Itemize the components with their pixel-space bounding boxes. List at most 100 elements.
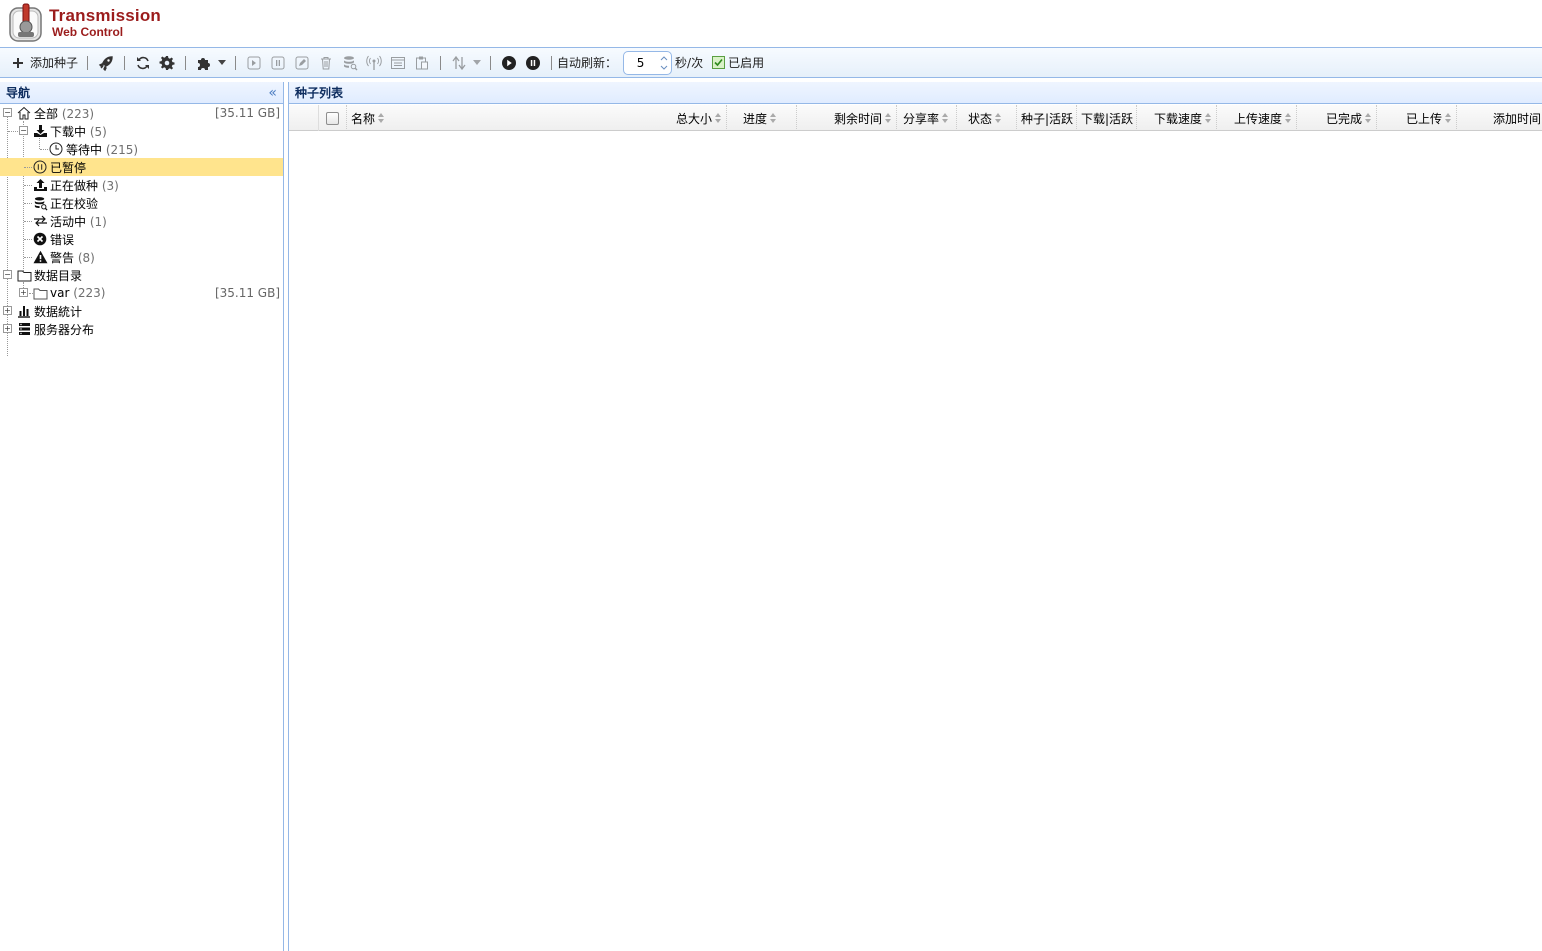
select-all-checkbox[interactable] — [326, 111, 339, 125]
nav-item-label: 活动中 — [50, 214, 87, 229]
nav-item-active[interactable]: 活动中 (1) — [0, 212, 283, 230]
tree-line — [24, 239, 32, 240]
expand-toggle-icon[interactable]: + — [19, 288, 28, 297]
nav-item-paused[interactable]: 已暂停 — [0, 158, 283, 176]
remove-torrent-button[interactable] — [314, 51, 338, 75]
nav-item-warning[interactable]: 警告 (8) — [0, 248, 283, 266]
sort-icon — [1365, 113, 1372, 123]
torrent-grid-header: 名称 总大小 进度 剩余时间 分享率 状态 种子|活跃 下载|活跃 下载速度 上… — [289, 105, 1542, 131]
refresh-interval-value[interactable]: 5 — [624, 56, 657, 70]
refresh-interval-spinner[interactable]: 5 — [623, 50, 673, 75]
nav-item-servers[interactable]: + 服务器分布 — [0, 320, 283, 338]
sort-icon — [995, 113, 1002, 123]
start-torrent-button[interactable] — [242, 51, 266, 75]
brand: Transmission Web Control — [49, 6, 161, 39]
database-check-icon — [32, 195, 48, 211]
nav-item-all[interactable]: − 全部 (223) [35.11 GB] — [0, 104, 283, 122]
refresh-icon — [134, 54, 152, 72]
row-number-column — [289, 105, 319, 131]
column-leechers[interactable]: 下载|活跃 — [1077, 105, 1137, 131]
expand-toggle-icon[interactable]: + — [3, 306, 12, 315]
column-upload-speed[interactable]: 上传速度 — [1217, 105, 1297, 131]
column-label: 添加时间 — [1492, 111, 1541, 126]
nav-item-count: (1) — [89, 214, 107, 229]
collapse-panel-icon[interactable]: « — [268, 85, 277, 101]
torrent-list-header: 种子列表 — [289, 82, 1542, 104]
nav-item-error[interactable]: 错误 — [0, 230, 283, 248]
pause-torrent-button[interactable] — [266, 51, 290, 75]
nav-item-data-directory[interactable]: − 数据目录 — [0, 266, 283, 284]
collapse-toggle-icon[interactable]: − — [19, 126, 28, 135]
column-progress[interactable]: 进度 — [727, 105, 797, 131]
auto-refresh-checkbox[interactable] — [712, 56, 726, 69]
transmission-logo — [7, 2, 45, 44]
verify-torrent-button[interactable] — [338, 51, 362, 75]
expand-toggle-icon[interactable]: + — [3, 324, 12, 333]
column-status[interactable]: 状态 — [957, 105, 1017, 131]
plugins-menu-button[interactable] — [192, 51, 229, 75]
nav-item-label: 警告 — [50, 250, 75, 265]
reload-button[interactable] — [131, 51, 155, 75]
nav-item-label: var — [50, 286, 70, 300]
column-download-speed[interactable]: 下载速度 — [1137, 105, 1217, 131]
add-torrent-button[interactable]: 添加种子 — [6, 51, 81, 75]
column-total-size[interactable]: 总大小 — [647, 105, 727, 131]
column-added-time[interactable]: 添加时间 — [1457, 105, 1542, 131]
start-all-button[interactable] — [497, 51, 521, 75]
chevron-down-icon — [218, 60, 227, 65]
speed-limit-button[interactable] — [94, 51, 118, 75]
column-seeders[interactable]: 种子|活跃 — [1017, 105, 1077, 131]
column-uploaded[interactable]: 已上传 — [1377, 105, 1457, 131]
nav-item-waiting[interactable]: 等待中 (215) — [0, 140, 283, 158]
interval-unit-label: 秒/次 — [675, 56, 704, 70]
column-label: 下载速度 — [1153, 111, 1202, 126]
tree-line — [40, 149, 48, 150]
nav-item-count: (3) — [101, 178, 119, 193]
column-label: 已上传 — [1405, 111, 1442, 126]
tree-line — [24, 167, 32, 168]
tree-line — [24, 257, 32, 258]
column-ratio[interactable]: 分享率 — [897, 105, 957, 131]
spinner-arrows[interactable] — [657, 52, 671, 74]
queue-move-button[interactable] — [447, 51, 484, 75]
change-download-dir-button[interactable] — [386, 51, 410, 75]
nav-item-count: (5) — [89, 124, 107, 139]
nav-item-checking[interactable]: 正在校验 — [0, 194, 283, 212]
collapse-toggle-icon[interactable]: − — [3, 270, 12, 279]
upload-icon — [32, 177, 48, 193]
nav-item-seeding[interactable]: 正在做种 (3) — [0, 176, 283, 194]
sort-icon — [885, 113, 892, 123]
settings-button[interactable] — [155, 51, 179, 75]
toolbar-separator — [185, 55, 187, 70]
chevron-down-icon — [473, 60, 482, 65]
add-torrent-label: 添加种子 — [30, 56, 79, 70]
torrent-list-title: 种子列表 — [295, 86, 344, 100]
copy-path-button[interactable] — [410, 51, 434, 75]
edit-icon — [293, 54, 311, 72]
error-circle-icon — [32, 231, 48, 247]
play-square-icon — [245, 54, 263, 72]
nav-item-label: 数据統计 — [34, 304, 83, 319]
rename-button[interactable] — [290, 51, 314, 75]
nav-item-label: 正在校验 — [50, 196, 99, 211]
toolbar-separator — [490, 55, 492, 70]
nav-item-statistics[interactable]: + 数据統计 — [0, 302, 283, 320]
download-icon — [32, 123, 48, 139]
folder-list-icon — [389, 54, 407, 72]
collapse-toggle-icon[interactable]: − — [3, 108, 12, 117]
reannounce-button[interactable] — [362, 51, 386, 75]
column-label: 名称 — [351, 111, 376, 126]
nav-item-downloading[interactable]: − 下载中 (5) — [0, 122, 283, 140]
pause-all-button[interactable] — [521, 51, 545, 75]
nav-item-folder-var[interactable]: + var (223) [35.11 GB] — [0, 284, 283, 302]
app-title: Transmission — [49, 6, 161, 25]
column-completed[interactable]: 已完成 — [1297, 105, 1377, 131]
nav-item-label: 服务器分布 — [34, 322, 95, 337]
bar-chart-icon — [16, 303, 32, 319]
clock-icon — [48, 141, 64, 157]
column-remaining-time[interactable]: 剩余时间 — [797, 105, 897, 131]
clipboard-icon — [413, 54, 431, 72]
nav-item-count: (223) — [73, 286, 106, 300]
sort-icon — [378, 113, 385, 123]
sort-icon — [770, 113, 777, 123]
